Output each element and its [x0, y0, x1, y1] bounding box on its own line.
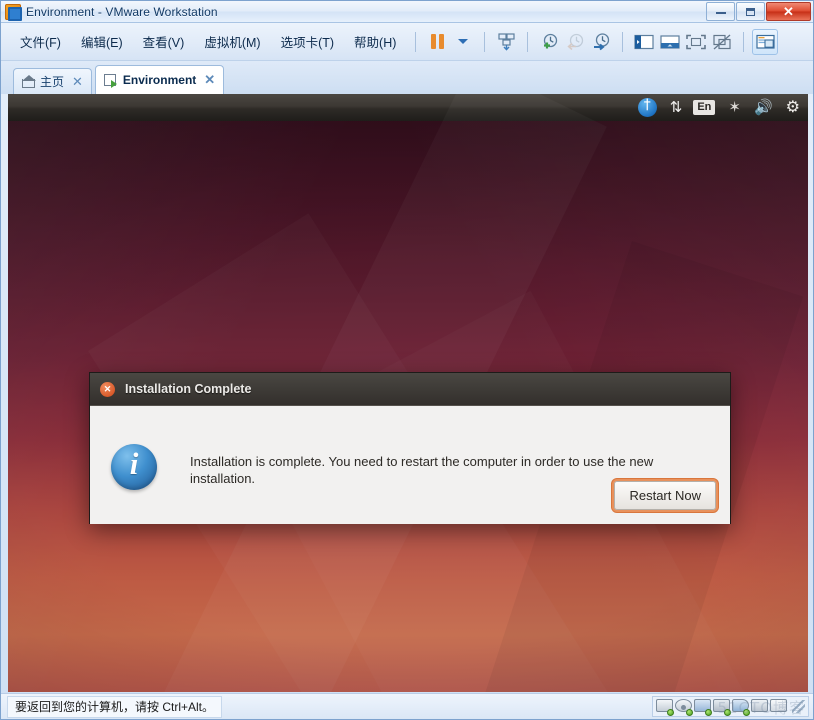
system-settings-indicator[interactable]: ⚙ [785, 98, 800, 116]
vmware-workstation-window: Environment - VMware Workstation ✕ 文件(F)… [0, 0, 814, 720]
tab-strip: 主页 ✕ Environment ✕ [1, 61, 813, 94]
pause-button[interactable] [424, 29, 450, 55]
dialog-title-bar: ✕ Installation Complete [90, 373, 730, 405]
console-view-button[interactable] [752, 28, 779, 55]
send-ctrl-alt-del-button[interactable] [493, 29, 519, 55]
tab-environment-label: Environment [122, 73, 197, 87]
snapshot-manager-icon [594, 32, 610, 50]
toolbar-separator [527, 31, 529, 52]
network-indicator[interactable]: ⇅ [669, 99, 683, 116]
dialog-close-icon[interactable]: ✕ [100, 381, 115, 397]
vm-console-screen[interactable]: ⇅ En ✶ 🔊 ⚙ ✕ I [8, 94, 808, 692]
menu-view[interactable]: 查看(V) [134, 28, 194, 55]
keyboard-layout-indicator[interactable]: En [693, 100, 716, 115]
home-icon [22, 75, 36, 88]
toolbar-separator [622, 31, 624, 52]
menu-file[interactable]: 文件(F) [11, 28, 70, 55]
installation-complete-dialog: ✕ Installation Complete Installation is … [89, 372, 731, 524]
tab-home[interactable]: 主页 ✕ [13, 68, 92, 94]
printer-icon[interactable] [713, 698, 731, 716]
sound-card-icon[interactable] [732, 698, 750, 716]
volume-icon: 🔊 [753, 99, 773, 116]
status-message: 要返回到您的计算机，请按 Ctrl+Alt。 [7, 695, 223, 718]
camera-icon[interactable] [751, 698, 768, 715]
tab-home-label: 主页 [40, 75, 65, 89]
dialog-title: Installation Complete [125, 382, 252, 396]
vmware-icon [5, 3, 22, 21]
bluetooth-icon: ✶ [728, 99, 741, 116]
network-transfer-icon: ⇅ [669, 99, 683, 116]
close-button[interactable]: ✕ [766, 2, 811, 21]
pause-icon [430, 34, 444, 49]
snapshot-manager-button[interactable] [588, 29, 614, 55]
power-dropdown-button[interactable] [450, 29, 476, 55]
chevron-down-icon [458, 39, 469, 44]
minimize-button[interactable] [706, 2, 735, 21]
hard-disk-icon[interactable] [656, 698, 674, 716]
tab-home-close-icon[interactable]: ✕ [72, 74, 83, 90]
ubuntu-desktop-wallpaper: ✕ Installation Complete Installation is … [8, 121, 808, 692]
tab-environment[interactable]: Environment ✕ [94, 65, 225, 94]
full-screen-button[interactable] [683, 29, 709, 55]
menu-edit[interactable]: 编辑(E) [72, 28, 132, 55]
cd-dvd-icon[interactable] [675, 698, 693, 716]
device-status-icons [652, 696, 809, 717]
ubuntu-top-panel: ⇅ En ✶ 🔊 ⚙ [8, 94, 808, 121]
bluetooth-indicator[interactable]: ✶ [728, 100, 741, 115]
close-icon: ✕ [783, 3, 794, 19]
unity-mode-icon [713, 34, 731, 49]
status-bar: 要返回到您的计算机，请按 Ctrl+Alt。 51CTO博客 [1, 693, 813, 719]
show-library-icon [634, 34, 654, 49]
keyboard-layout-label: En [693, 100, 716, 115]
accessibility-indicator[interactable] [637, 97, 657, 117]
info-icon [111, 444, 157, 490]
restart-now-button[interactable]: Restart Now [614, 481, 716, 510]
tab-environment-close-icon[interactable]: ✕ [204, 72, 215, 88]
resize-grip[interactable] [792, 700, 805, 713]
unity-mode-button[interactable] [709, 29, 735, 55]
menu-tabs[interactable]: 选项卡(T) [272, 28, 343, 55]
menu-bar: 文件(F) 编辑(E) 查看(V) 虚拟机(M) 选项卡(T) 帮助(H) [1, 23, 813, 61]
show-thumbnail-bar-icon [660, 34, 680, 49]
dialog-body: Installation is complete. You need to re… [90, 405, 730, 524]
snapshot-add-icon [544, 33, 558, 48]
accessibility-icon [637, 97, 657, 117]
window-title-bar: Environment - VMware Workstation ✕ [1, 1, 813, 23]
maximize-button[interactable] [736, 2, 765, 21]
network-adapter-icon[interactable] [694, 698, 712, 716]
full-screen-icon [686, 34, 707, 49]
menu-vm[interactable]: 虚拟机(M) [195, 28, 269, 55]
snapshot-revert-icon [567, 33, 584, 50]
console-view-icon [756, 34, 775, 49]
toolbar-separator [743, 31, 745, 52]
system-settings-gear-icon: ⚙ [785, 98, 800, 116]
send-keys-icon [498, 33, 515, 51]
revert-snapshot-button[interactable] [562, 29, 588, 55]
window-title: Environment - VMware Workstation [26, 4, 218, 19]
show-library-button[interactable] [631, 29, 657, 55]
toolbar-separator [415, 31, 417, 52]
show-thumbnail-bar-button[interactable] [657, 29, 683, 55]
take-snapshot-button[interactable] [536, 29, 562, 55]
usb-device-icon[interactable] [770, 698, 787, 715]
volume-indicator[interactable]: 🔊 [754, 100, 773, 115]
menu-help[interactable]: 帮助(H) [345, 28, 405, 55]
vm-icon [103, 73, 118, 88]
window-controls: ✕ [706, 2, 811, 21]
toolbar-separator [484, 31, 486, 52]
